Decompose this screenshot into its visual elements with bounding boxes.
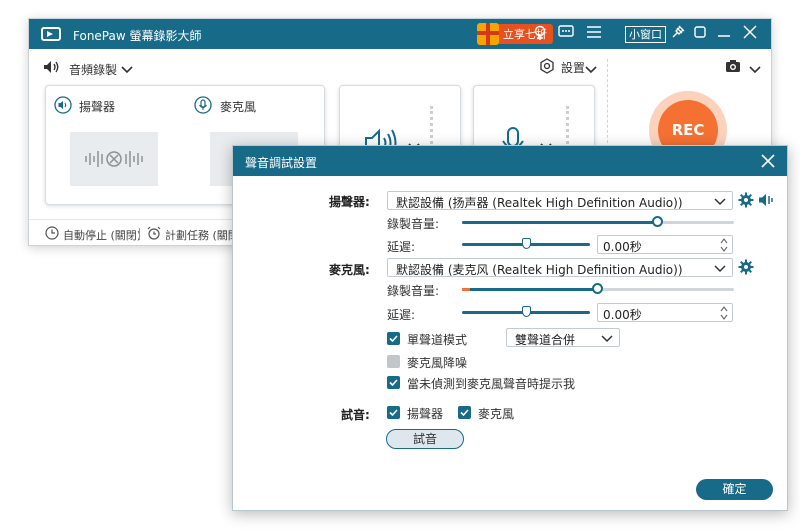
mic-volume-slider[interactable] [462,283,734,294]
gift-icon [477,23,499,45]
dialog-title: 聲音調試設置 [245,156,318,170]
mic-level-indicator [462,288,470,291]
app-title: FonePaw 螢幕錄影大師 [73,29,202,43]
camera-icon[interactable] [725,59,741,76]
speaker-volume-fill [462,221,658,224]
test-speaker-label: 揚聲器 [407,407,444,421]
app-logo-icon [41,27,61,41]
mic-row-label: 麥克風: [329,263,370,277]
speaker-icon [54,96,72,117]
notify-checkbox[interactable] [387,376,400,389]
audio-record-dropdown[interactable]: 音頻錄製 [69,61,117,78]
chevron-down-icon[interactable] [585,63,597,77]
mono-mode-label: 單聲道模式 [407,333,468,347]
menu-icon[interactable] [585,25,603,43]
alarm-icon [147,226,161,243]
chevron-down-icon [714,265,726,273]
speaker-delay-input[interactable]: 0.00秒 [597,235,733,254]
feedback-icon[interactable] [557,25,575,43]
mono-mode-value: 雙聲道合併 [515,333,576,347]
microphone-icon [194,96,212,117]
muted-waveform-icon [85,151,143,167]
mono-mode-select[interactable]: 雙聲道合併 [506,328,620,347]
close-icon[interactable] [741,25,759,43]
notify-label: 當未偵測到麥克風聲音時提示我 [407,377,576,391]
speaker-delay-knob[interactable] [522,238,531,249]
noise-reduction-label: 麥克風降噪 [407,356,468,370]
audio-icon [43,60,61,77]
speaker-sound-icon[interactable] [758,192,774,208]
ok-button[interactable]: 確定 [696,479,773,500]
clock-icon [45,226,59,243]
speaker-row-label: 揚聲器: [329,195,370,209]
mic-delay-slider[interactable] [462,306,590,317]
mic-volume-knob[interactable] [592,283,603,294]
mic-delay-input[interactable]: 0.00秒 [597,303,733,322]
mic-device-select[interactable]: 默認設備 (麦克风 (Realtek High Definition Audio… [387,258,733,277]
speaker-device-select[interactable]: 默認設備 (扬声器 (Realtek High Definition Audio… [387,191,733,210]
schedule-toggle[interactable]: 計劃任務 (關閉 [165,227,239,243]
test-sound-button[interactable]: 試音 [386,429,464,449]
mic-delay-label: 延遲: [387,308,416,322]
mic-delay-knob[interactable] [522,306,531,317]
dialog-title-bar: 聲音調試設置 [233,146,787,176]
speaker-source-label: 揚聲器 [79,100,116,114]
chevron-down-icon [601,335,613,343]
main-toolbar: 音頻錄製 設置 [29,49,771,85]
settings-dropdown[interactable]: 設置 [561,59,585,76]
mic-delay-value: 0.00秒 [603,308,642,322]
speaker-delay-value: 0.00秒 [603,240,642,254]
chevron-down-icon[interactable] [121,63,133,77]
speaker-thumbnail [70,132,158,186]
noise-reduction-checkbox[interactable] [387,355,400,368]
speaker-settings-gear-icon[interactable] [738,192,754,208]
mini-window-button[interactable]: 小窗口 [625,26,666,43]
chevron-down-icon[interactable] [749,63,761,77]
mic-volume-fill [462,288,598,291]
settings-gear-icon[interactable] [539,58,555,77]
pin-icon[interactable] [669,25,687,43]
speaker-delay-label: 延遲: [387,240,416,254]
title-bar: FonePaw 螢幕錄影大師 立享七折 小窗口 [29,19,771,49]
separator [139,228,140,240]
speaker-delay-slider[interactable] [462,238,590,249]
chevron-down-icon [714,198,726,206]
bulb-icon[interactable] [531,25,549,43]
test-row-label: 試音: [341,408,370,422]
spin-arrows-icon[interactable] [720,237,728,253]
minimize-icon[interactable] [715,25,733,43]
mono-mode-checkbox[interactable] [387,332,400,345]
speaker-volume-knob[interactable] [651,216,663,227]
spin-arrows-icon[interactable] [720,305,728,321]
speaker-volume-slider[interactable] [462,216,734,227]
mic-device-value: 默認設備 (麦克风 (Realtek High Definition Audio… [396,263,683,277]
test-mic-checkbox[interactable] [458,406,471,419]
close-icon[interactable] [759,152,777,170]
test-mic-label: 麥克風 [478,407,515,421]
mic-settings-gear-icon[interactable] [738,259,754,275]
test-speaker-checkbox[interactable] [387,406,400,419]
speaker-volume-label: 錄製音量: [387,217,440,231]
auto-stop-toggle[interactable]: 自動停止 (關閉) [63,227,141,243]
speaker-device-value: 默認設備 (扬声器 (Realtek High Definition Audio… [396,196,683,210]
mic-source-label: 麥克風 [220,100,257,114]
restore-icon[interactable] [691,25,709,43]
mic-volume-label: 錄製音量: [387,284,440,298]
audio-settings-dialog: 聲音調試設置 揚聲器: 默認設備 (扬声器 (Realtek High Defi… [232,145,788,511]
